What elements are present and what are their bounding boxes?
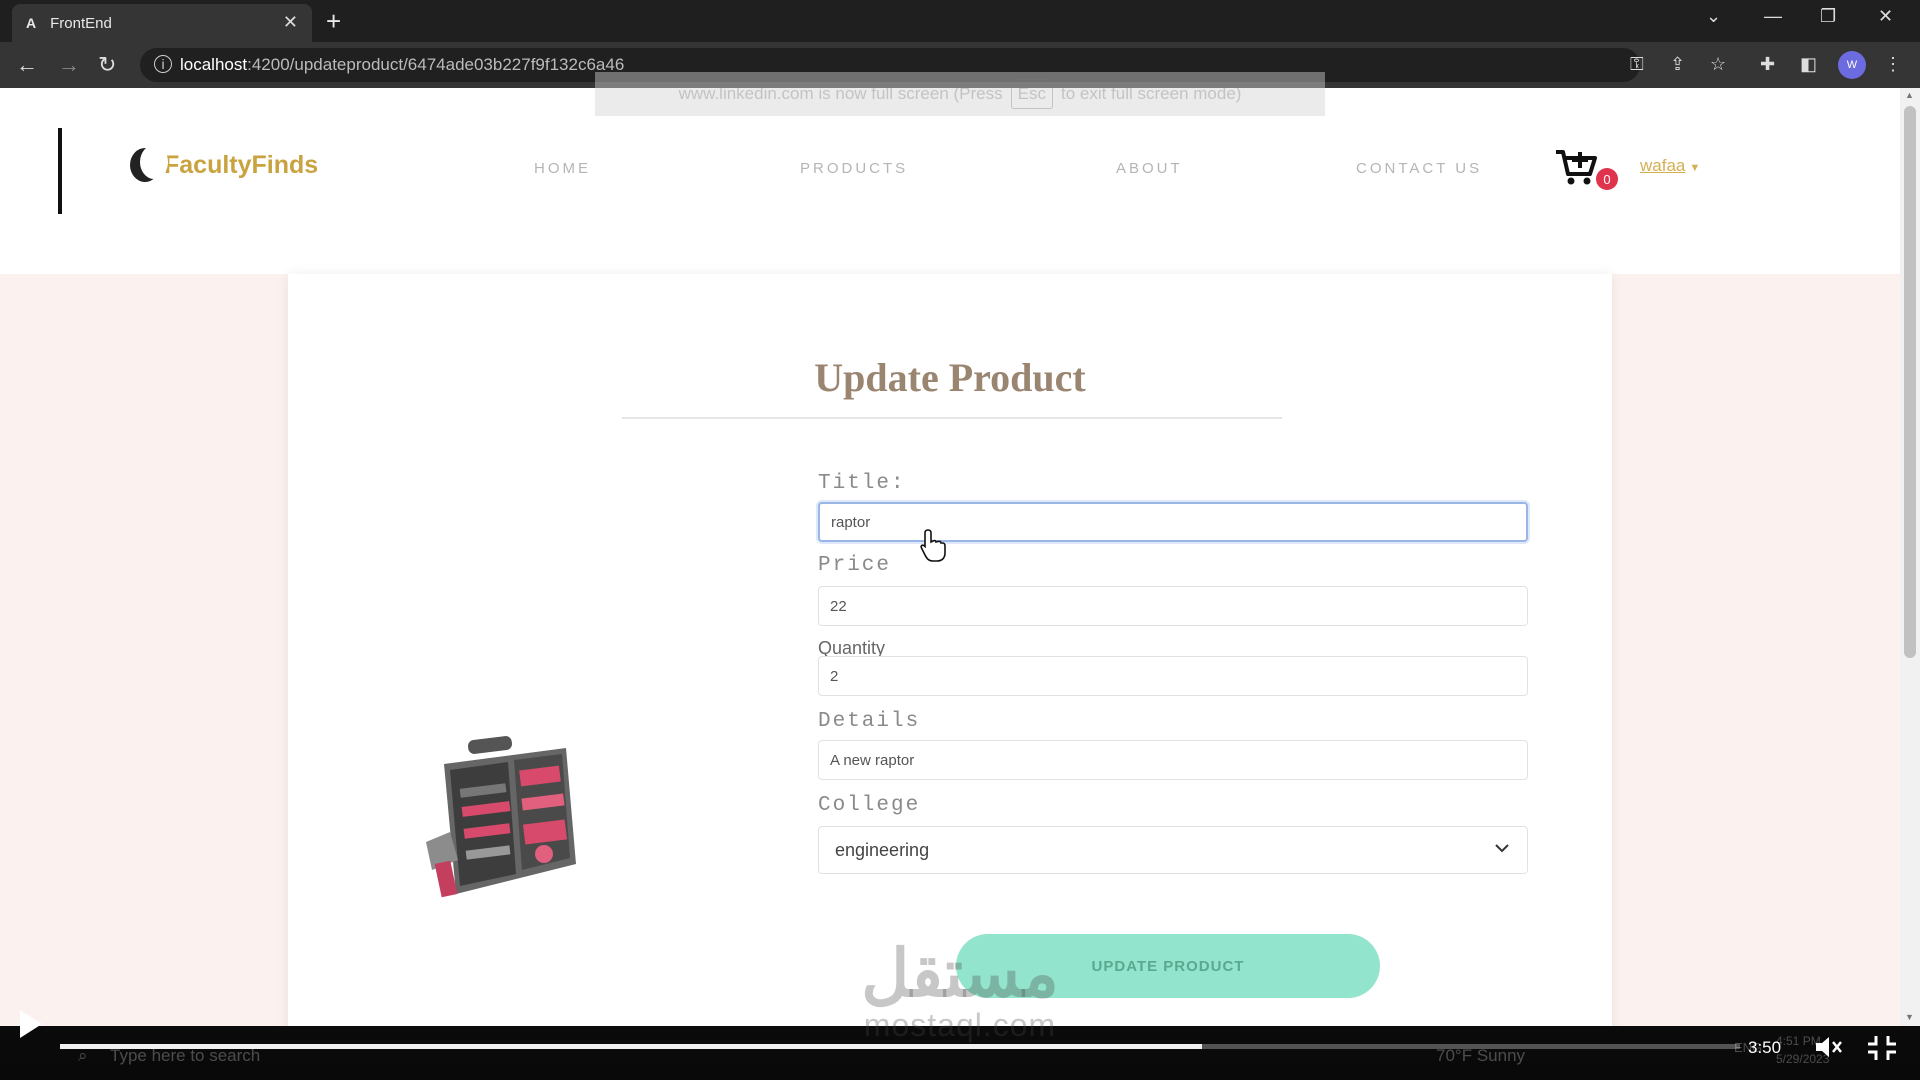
fullscreen-notice-text: www.linkedin.com is now full screen (Pre… (678, 84, 1003, 103)
cart-button[interactable] (1554, 148, 1598, 186)
product-image (426, 736, 576, 898)
scroll-down-icon[interactable]: ▼ (1905, 1012, 1914, 1022)
college-label: College (818, 794, 921, 817)
nav-about[interactable]: ABOUT (1116, 160, 1183, 177)
close-window-icon[interactable]: ✕ (1878, 6, 1893, 27)
details-input[interactable] (818, 740, 1528, 780)
caret-down-icon: ▼ (1689, 162, 1701, 174)
scroll-up-icon[interactable]: ▲ (1905, 90, 1914, 100)
moon-icon (130, 145, 168, 182)
brand-name: FacultyFinds (164, 150, 319, 179)
browser-tab[interactable]: A FrontEnd ✕ (12, 4, 312, 42)
fullscreen-notice: www.linkedin.com is now full screen (Pre… (595, 72, 1325, 116)
page-title: Update Product (814, 355, 1086, 400)
url-path: :4200/updateproduct/6474ade03b227f9f132c… (247, 55, 625, 74)
reload-icon[interactable]: ↻ (98, 52, 116, 78)
forward-arrow-icon[interactable]: → (58, 52, 80, 78)
muted-speaker-icon[interactable] (1814, 1034, 1844, 1060)
price-input[interactable] (818, 586, 1528, 626)
cart-plus-icon (1556, 150, 1597, 185)
chevron-down-icon (1495, 844, 1509, 853)
key-icon[interactable]: ⚿ (1630, 54, 1644, 75)
profile-avatar[interactable]: W (1838, 51, 1866, 79)
watermark-latin: mostaql.com (863, 1007, 1057, 1043)
title-label: Title: (818, 472, 906, 495)
video-progress-bar[interactable] (60, 1044, 1740, 1049)
video-progress-fill (60, 1044, 1203, 1049)
price-label: Price (818, 554, 892, 577)
header-accent-bar (58, 128, 62, 214)
tab-title: FrontEnd (50, 14, 112, 32)
taskbar-search-ghost: Type here to search (110, 1046, 261, 1065)
college-select[interactable]: engineering (818, 826, 1528, 874)
share-icon[interactable]: ⇪ (1670, 54, 1685, 75)
esc-key-hint: Esc (1010, 79, 1053, 109)
close-tab-icon[interactable]: ✕ (283, 12, 298, 33)
browser-tab-strip: A FrontEnd ✕ + ⌄ — ❐ ✕ (0, 0, 1920, 42)
watermark-arabic: مستقل (861, 936, 1059, 1010)
quantity-input[interactable] (818, 656, 1528, 696)
side-panel-icon[interactable]: ◧ (1800, 54, 1817, 75)
user-name: wafaa (1640, 156, 1686, 175)
browser-menu-icon[interactable]: ⋮ (1884, 54, 1902, 75)
college-selected-value: engineering (835, 839, 930, 860)
hand-pointer-icon (920, 529, 946, 562)
bookmark-star-icon[interactable]: ☆ (1710, 54, 1726, 75)
cart-count-badge: 0 (1596, 168, 1618, 190)
video-time: 3:50 (1748, 1038, 1782, 1057)
new-tab-icon[interactable]: + (326, 6, 341, 37)
mostaql-watermark: مستقل mostaql.com (840, 938, 1080, 1042)
extensions-icon[interactable]: ✚ (1760, 54, 1775, 75)
nav-home[interactable]: HOME (534, 160, 591, 177)
nav-products[interactable]: PRODUCTS (800, 160, 908, 177)
tab-search-chevron-icon[interactable]: ⌄ (1706, 6, 1721, 27)
page-scrollbar[interactable]: ▲ ▼ (1900, 88, 1920, 1026)
windows-search-ghost-icon: ⌕ (78, 1046, 88, 1065)
scrollbar-thumb[interactable] (1904, 106, 1916, 658)
user-dropdown[interactable]: wafaa ▼ (1640, 156, 1700, 176)
restore-icon[interactable]: ❐ (1820, 6, 1836, 27)
nav-contact[interactable]: CONTACT US (1356, 160, 1482, 177)
details-label: Details (818, 710, 921, 733)
back-arrow-icon[interactable]: ← (16, 52, 38, 78)
title-divider (622, 417, 1282, 419)
play-icon[interactable] (18, 1008, 44, 1040)
url-host: localhost (180, 55, 248, 74)
site-info-icon[interactable]: i (154, 55, 172, 73)
fullscreen-notice-text-end: to exit full screen mode) (1060, 84, 1242, 103)
update-product-card: Update Product Title: Price Quantity Det… (288, 274, 1612, 1026)
taskbar-weather-ghost: 70°F Sunny (1436, 1046, 1526, 1065)
brand-logo[interactable]: FacultyFinds (130, 145, 319, 182)
minimize-icon[interactable]: — (1764, 6, 1782, 27)
angular-favicon-icon: A (26, 15, 37, 31)
page-viewport: FacultyFinds HOME PRODUCTS ABOUT CONTACT… (0, 88, 1900, 1026)
exit-fullscreen-icon[interactable] (1866, 1034, 1898, 1062)
